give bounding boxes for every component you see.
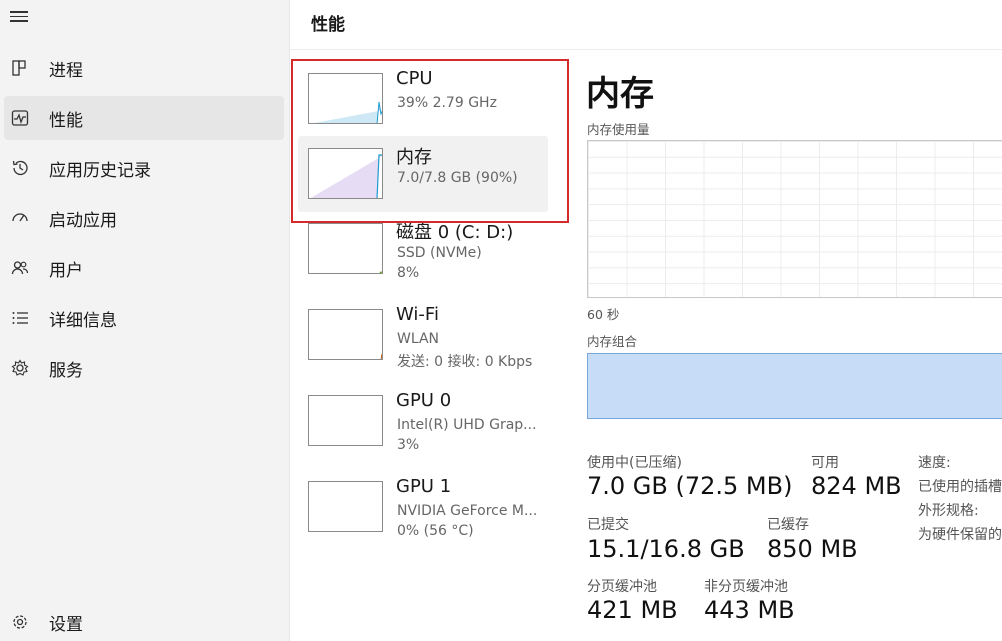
resource-detail: NVIDIA GeForce M...	[397, 503, 538, 519]
sidebar-item-app-history[interactable]: 应用历史记录	[4, 146, 284, 190]
disk-thumbnail-graph	[308, 223, 383, 274]
resource-detail: Intel(R) UHD Grap...	[397, 417, 537, 433]
settings-label: 设置	[49, 614, 83, 635]
resource-detail: WLAN	[397, 331, 440, 347]
processes-icon	[10, 58, 30, 78]
resource-item-gpu0[interactable]: GPU 0 Intel(R) UHD Grap... 3%	[298, 383, 548, 459]
nonpaged-pool-value: 443 MB	[704, 596, 795, 624]
committed-label: 已提交	[587, 517, 629, 533]
menu-icon[interactable]	[10, 8, 30, 28]
sidebar-item-label: 性能	[49, 110, 83, 131]
time-span-label: 60 秒	[587, 307, 620, 322]
memory-thumbnail-graph	[308, 148, 383, 199]
memory-usage-label: 内存使用量	[587, 122, 650, 137]
performance-icon	[10, 108, 30, 128]
cpu-thumbnail-graph	[308, 73, 383, 124]
in-use-label: 使用中(已压缩)	[587, 455, 682, 471]
resource-item-memory[interactable]: 内存 7.0/7.8 GB (90%)	[298, 136, 548, 212]
sidebar-item-details[interactable]: 详细信息	[4, 296, 284, 340]
resource-item-gpu1[interactable]: GPU 1 NVIDIA GeForce M... 0% (56 °C)	[298, 469, 548, 545]
sidebar-item-label: 进程	[49, 60, 83, 81]
main-header: 性能	[290, 0, 1002, 50]
resource-item-wifi[interactable]: Wi-Fi WLAN 发送: 0 接收: 0 Kbps	[298, 297, 548, 373]
memory-usage-graph	[587, 140, 1002, 298]
sidebar-item-label: 用户	[49, 260, 83, 281]
gear-icon	[10, 612, 30, 632]
sidebar-item-performance[interactable]: 性能	[4, 96, 284, 140]
paged-pool-label: 分页缓冲池	[587, 579, 657, 595]
sidebar-item-label: 详细信息	[49, 310, 117, 331]
form-factor-label: 外形规格:	[918, 503, 979, 519]
sidebar-item-startup[interactable]: 启动应用	[4, 196, 284, 240]
details-icon	[10, 308, 30, 328]
cached-label: 已缓存	[767, 517, 809, 533]
memory-composition-bar	[587, 353, 1002, 419]
wifi-thumbnail-graph	[308, 309, 383, 360]
history-icon	[10, 158, 30, 178]
sidebar-item-users[interactable]: 用户	[4, 246, 284, 290]
resource-detail: 0% (56 °C)	[397, 523, 474, 539]
in-use-value: 7.0 GB (72.5 MB)	[587, 472, 793, 500]
sidebar: 进程 性能 应用历史记录 启动应用 用户 详细信息 服务 设置	[0, 0, 290, 641]
detail-title: 内存	[586, 74, 654, 114]
resource-detail: SSD (NVMe)	[397, 245, 482, 261]
users-icon	[10, 258, 30, 278]
page-title: 性能	[311, 15, 345, 35]
paged-pool-value: 421 MB	[587, 596, 678, 624]
resource-detail: 3%	[397, 437, 420, 453]
slots-used-label: 已使用的插槽	[918, 479, 1002, 495]
hardware-reserved-label: 为硬件保留的	[918, 527, 1002, 543]
resource-item-disk[interactable]: 磁盘 0 (C: D:) SSD (NVMe) 8%	[298, 211, 548, 287]
resource-detail: 7.0/7.8 GB (90%)	[397, 170, 518, 186]
sidebar-item-processes[interactable]: 进程	[4, 46, 284, 90]
available-label: 可用	[811, 455, 839, 471]
memory-composition-label: 内存组合	[587, 334, 638, 349]
resource-detail: 8%	[397, 265, 420, 281]
cached-value: 850 MB	[767, 535, 858, 563]
sidebar-item-label: 服务	[49, 360, 83, 381]
resource-name: Wi-Fi	[396, 304, 439, 325]
sidebar-item-label: 启动应用	[49, 210, 117, 231]
gpu0-thumbnail-graph	[308, 395, 383, 446]
resource-name: GPU 1	[396, 476, 452, 497]
resource-name: 磁盘 0 (C: D:)	[396, 222, 514, 243]
sidebar-item-label: 应用历史记录	[49, 160, 151, 181]
available-value: 824 MB	[811, 472, 902, 500]
sidebar-item-settings[interactable]: 设置	[4, 600, 284, 641]
resource-item-cpu[interactable]: CPU 39% 2.79 GHz	[298, 61, 548, 137]
services-icon	[10, 358, 30, 378]
nonpaged-pool-label: 非分页缓冲池	[704, 579, 788, 595]
speed-label: 速度:	[918, 455, 951, 471]
resource-name: GPU 0	[396, 390, 452, 411]
startup-icon	[10, 208, 30, 228]
committed-value: 15.1/16.8 GB	[587, 535, 745, 563]
resource-detail: 发送: 0 接收: 0 Kbps	[397, 354, 533, 370]
resource-detail: 39% 2.79 GHz	[397, 95, 497, 111]
sidebar-item-services[interactable]: 服务	[4, 346, 284, 390]
resource-name: 内存	[396, 147, 432, 168]
gpu1-thumbnail-graph	[308, 481, 383, 532]
resource-name: CPU	[396, 68, 433, 89]
